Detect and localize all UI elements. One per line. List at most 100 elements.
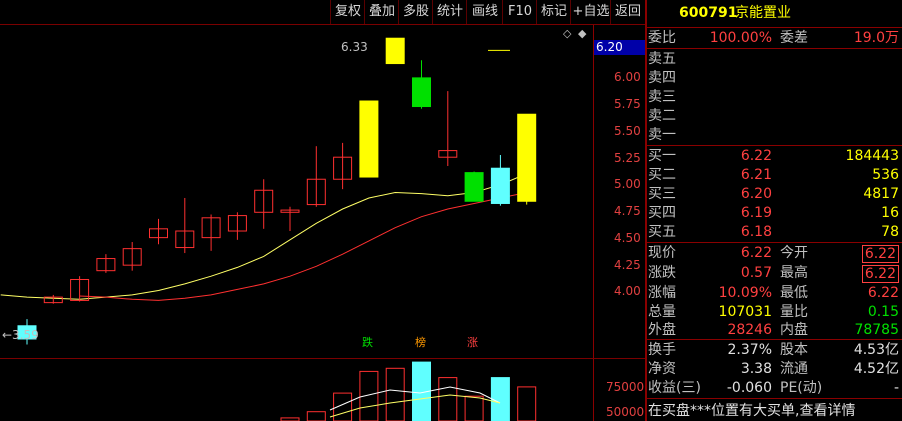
open-price: 6.22: [861, 245, 899, 263]
y-tick: 4.75: [614, 204, 641, 218]
sell-row[interactable]: 卖五: [647, 49, 902, 69]
overlay-button[interactable]: 叠加: [364, 0, 399, 24]
weibi-label: 委比: [648, 30, 676, 46]
buy-label: 买四: [648, 205, 676, 221]
high-price: 6.22: [861, 265, 899, 283]
stat-row: 外盘 28246 内盘 78785: [647, 320, 902, 340]
buy-row[interactable]: 买二 6.21 536: [647, 165, 902, 185]
buy-volume: 536: [872, 167, 899, 183]
stat-label: 换手: [648, 342, 676, 358]
volume-separator: [0, 358, 645, 359]
y-tick: 4.50: [614, 231, 641, 245]
stat-label: 净资: [648, 361, 676, 377]
stat-label: 涨幅: [648, 285, 676, 301]
kline-svg: [0, 37, 537, 421]
stat-label: 收益(三): [648, 380, 701, 396]
sell-label: 卖四: [648, 70, 676, 86]
diamond-outline-icon[interactable]: ◇: [563, 27, 571, 40]
volume-bar: [464, 395, 484, 421]
multi-stock-button[interactable]: 多股: [398, 0, 433, 24]
low-price: 6.22: [867, 285, 899, 301]
volume-bar: [517, 386, 537, 421]
buy-row[interactable]: 买五 6.18 78: [647, 222, 902, 242]
last-price: 6.22: [740, 245, 772, 261]
stat-label: 最高: [780, 265, 808, 281]
fall-marker[interactable]: 跌: [361, 336, 374, 350]
stock-name: 京能置业: [735, 5, 791, 21]
sell-row[interactable]: 卖一: [647, 125, 902, 145]
sell-row[interactable]: 卖三: [647, 87, 902, 107]
buy-price: 6.19: [740, 205, 772, 221]
stock-code: 600791: [679, 5, 738, 21]
eps: -0.060: [726, 380, 772, 396]
stat-label: 量比: [780, 304, 808, 320]
divider: [647, 398, 902, 399]
volume-tick: 50000: [606, 405, 645, 419]
stat-row: 涨跌 0.57 最高 6.22: [647, 263, 902, 283]
outer-volume: 28246: [727, 322, 772, 338]
volume-bar: [438, 377, 458, 421]
inner-volume: 78785: [854, 322, 899, 338]
statistics-button[interactable]: 统计: [432, 0, 467, 24]
buy-price: 6.21: [740, 167, 772, 183]
high-price-label: 6.33: [341, 40, 368, 54]
buy-row[interactable]: 买一 6.22 184443: [647, 146, 902, 166]
weibi-value: 100.00%: [709, 30, 772, 46]
total-volume: 107031: [718, 304, 772, 320]
buy-volume: 78: [881, 224, 899, 240]
y-tick: 5.25: [614, 151, 641, 165]
kline-chart[interactable]: [0, 25, 645, 421]
y-tick: 5.50: [614, 124, 641, 138]
stat-label: PE(动): [780, 380, 823, 396]
buy-volume: 4817: [863, 186, 899, 202]
total-shares: 4.53亿: [853, 342, 899, 358]
candle-body: [490, 167, 510, 204]
volume-bar: [490, 377, 510, 421]
stat-row: 涨幅 10.09% 最低 6.22: [647, 283, 902, 303]
rank-marker[interactable]: 榜: [414, 336, 427, 350]
volume-ratio: 0.15: [867, 304, 899, 320]
y-tick: 5.00: [614, 177, 641, 191]
weicha-value: 19.0万: [853, 30, 899, 46]
diamond-filled-icon[interactable]: ◆: [578, 27, 586, 40]
draw-line-button[interactable]: 画线: [466, 0, 503, 24]
change-percent: 10.09%: [718, 285, 772, 301]
mark-button[interactable]: 标记: [536, 0, 571, 24]
buy-row[interactable]: 买四 6.19 16: [647, 203, 902, 223]
sell-row[interactable]: 卖二: [647, 106, 902, 126]
sell-label: 卖三: [648, 89, 676, 105]
current-price-badge: 6.20: [594, 40, 646, 55]
stock-header: 600791 京能置业: [647, 0, 902, 26]
volume-bar: [385, 367, 405, 421]
stat-label: 涨跌: [648, 265, 676, 281]
stat-label: 股本: [780, 342, 808, 358]
stat-row: 总量 107031 量比 0.15: [647, 302, 902, 322]
buy-volume: 16: [881, 205, 899, 221]
stat-label: 内盘: [780, 322, 808, 338]
net-assets: 3.38: [740, 361, 772, 377]
buy-label: 买二: [648, 167, 676, 183]
change-value: 0.57: [740, 265, 772, 281]
sell-row[interactable]: 卖四: [647, 68, 902, 88]
y-tick: 4.00: [614, 284, 641, 298]
volume-bar: [306, 411, 326, 421]
fuquan-button[interactable]: 复权: [330, 0, 365, 24]
stat-label: 最低: [780, 285, 808, 301]
buy-label: 买五: [648, 224, 676, 240]
big-order-notice[interactable]: 在买盘***位置有大买单,查看详情: [648, 400, 855, 420]
buy-row[interactable]: 买三 6.20 4817: [647, 184, 902, 204]
buy-label: 买一: [648, 148, 676, 164]
stat-row: 换手 2.37% 股本 4.53亿: [647, 340, 902, 360]
stat-row: 收益(三) -0.060 PE(动) -: [647, 378, 902, 398]
weicha-label: 委差: [780, 30, 808, 46]
float-shares: 4.52亿: [853, 361, 899, 377]
add-favorite-button[interactable]: +自选: [570, 0, 611, 24]
rise-marker[interactable]: 涨: [466, 336, 479, 350]
y-tick: 4.25: [614, 258, 641, 272]
f10-button[interactable]: F10: [502, 0, 537, 24]
back-button[interactable]: 返回: [610, 0, 645, 24]
chart-toolbar: 复权 叠加 多股 统计 画线 F10 标记 +自选 返回: [0, 0, 645, 25]
stat-label: 外盘: [648, 322, 676, 338]
stat-label: 流通: [780, 361, 808, 377]
weibi-row: 委比 100.00% 委差 19.0万: [647, 28, 902, 48]
